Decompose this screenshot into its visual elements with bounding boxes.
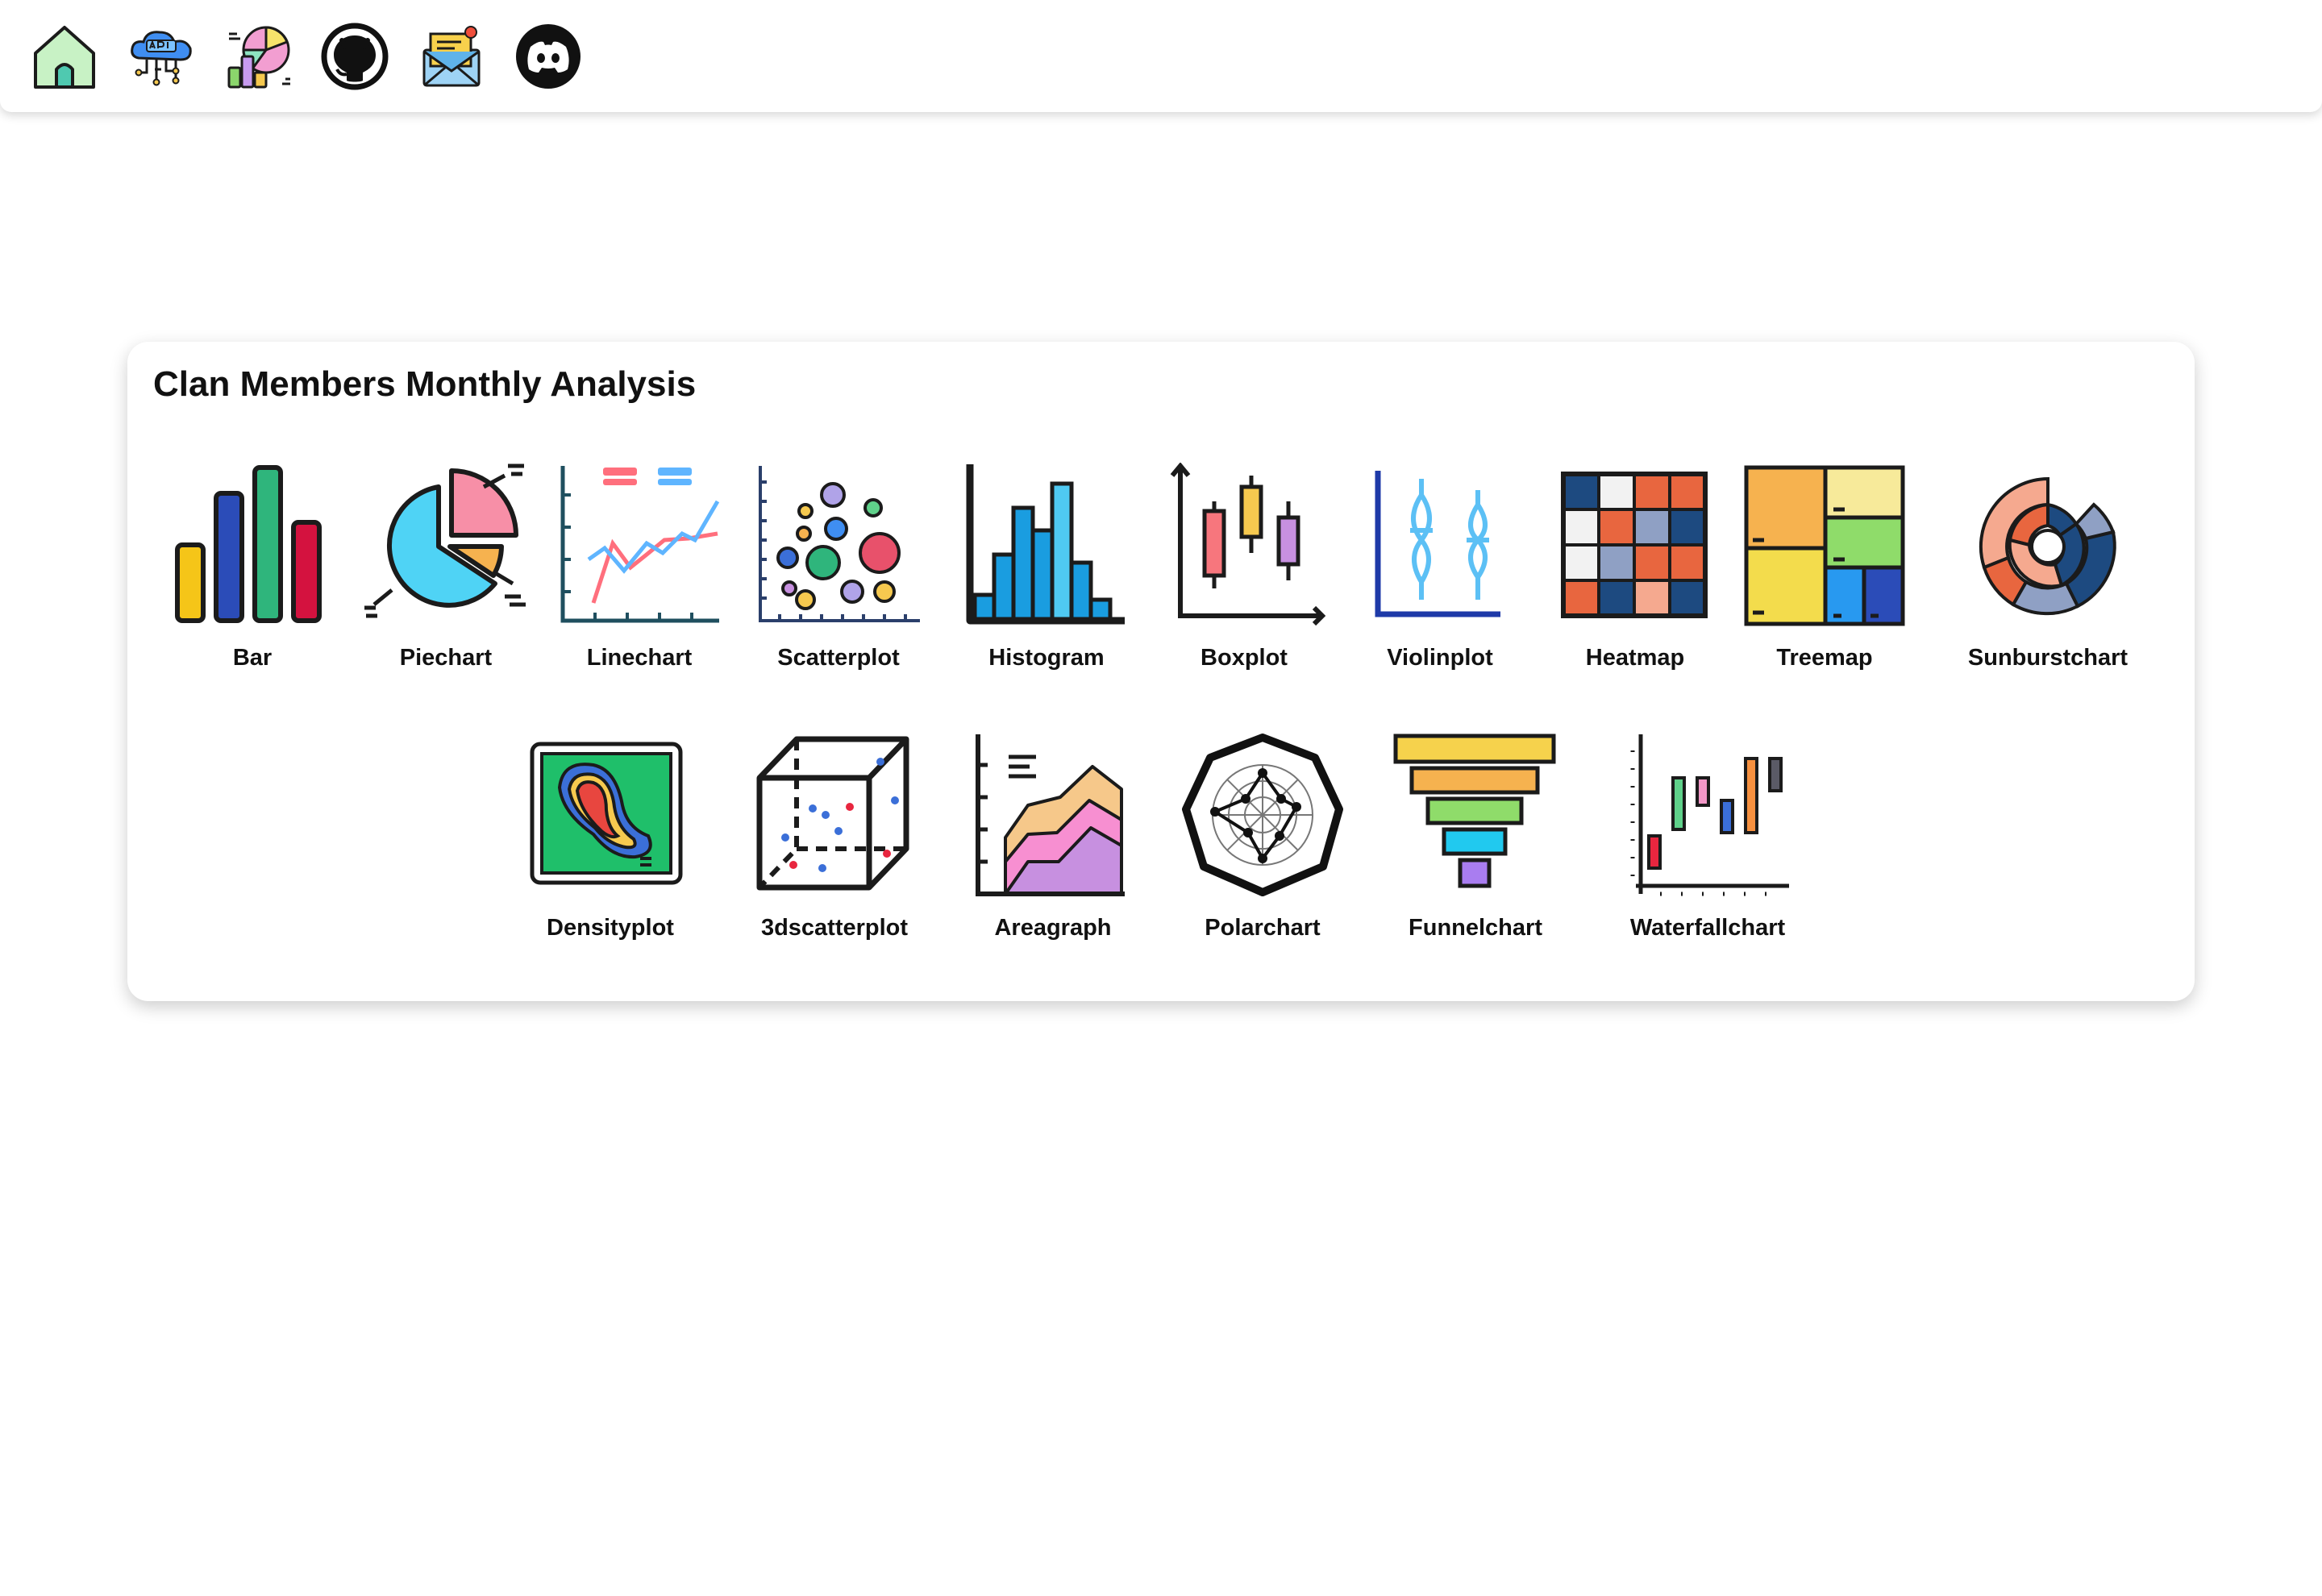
- top-nav-bar: [0, 0, 2322, 112]
- charts-analytics-icon[interactable]: [224, 23, 292, 90]
- scatter-plot-icon: [755, 463, 922, 629]
- chart-tile-3dscatterplot[interactable]: 3dscatterplot: [746, 733, 923, 966]
- 3d-scatter-plot-icon: [751, 733, 918, 899]
- chart-label-areagraph: Areagraph: [994, 915, 1112, 941]
- chart-label-treemap: Treemap: [1776, 645, 1873, 671]
- chart-label-violinplot: Violinplot: [1387, 645, 1493, 671]
- chart-label-sunburstchart: Sunburstchart: [1967, 645, 2128, 671]
- waterfall-chart-icon: [1625, 733, 1791, 899]
- area-graph-icon: [970, 733, 1136, 899]
- treemap-icon: [1742, 463, 1908, 629]
- card-title: Clan Members Monthly Analysis: [153, 364, 697, 404]
- chart-tile-treemap[interactable]: Treemap: [1736, 463, 1913, 696]
- github-icon[interactable]: [321, 23, 389, 90]
- chart-label-bar: Bar: [232, 645, 273, 671]
- chart-label-boxplot: Boxplot: [1201, 645, 1288, 671]
- histogram-icon: [963, 463, 1130, 629]
- funnel-chart-icon: [1392, 733, 1558, 899]
- pie-chart-icon: [363, 463, 529, 629]
- chart-tile-densityplot[interactable]: Densityplot: [522, 733, 699, 966]
- chart-tile-piechart[interactable]: Piechart: [357, 463, 535, 696]
- chart-tile-linechart[interactable]: Linechart: [551, 463, 728, 696]
- chart-tile-heatmap[interactable]: Heatmap: [1546, 463, 1724, 696]
- line-chart-icon: [556, 463, 722, 629]
- chart-label-waterfallchart: Waterfallchart: [1629, 915, 1786, 941]
- chart-tile-scatterplot[interactable]: Scatterplot: [750, 463, 927, 696]
- chart-tile-bar[interactable]: Bar: [164, 463, 341, 696]
- polar-chart-icon: [1180, 733, 1346, 899]
- chart-tile-histogram[interactable]: Histogram: [958, 463, 1135, 696]
- chart-label-linechart: Linechart: [586, 645, 693, 671]
- bar-chart-icon: [169, 463, 335, 629]
- home-icon[interactable]: [31, 23, 98, 90]
- chart-tile-areagraph[interactable]: Areagraph: [964, 733, 1142, 966]
- sunburst-chart-icon: [1965, 463, 2131, 629]
- chart-label-scatterplot: Scatterplot: [777, 645, 900, 671]
- heatmap-icon: [1552, 463, 1718, 629]
- chart-tile-boxplot[interactable]: Boxplot: [1155, 463, 1333, 696]
- chart-label-histogram: Histogram: [988, 645, 1105, 671]
- density-plot-icon: [527, 733, 693, 899]
- chart-tile-waterfallchart[interactable]: Waterfallchart: [1619, 733, 1796, 966]
- chart-label-densityplot: Densityplot: [547, 915, 674, 941]
- chart-label-heatmap: Heatmap: [1585, 645, 1685, 671]
- mail-notification-icon[interactable]: [418, 23, 485, 90]
- chart-label-3dscatterplot: 3dscatterplot: [760, 915, 909, 941]
- analysis-card: Clan Members Monthly Analysis Bar Piecha: [127, 342, 2195, 1001]
- chart-tile-funnelchart[interactable]: Funnelchart: [1387, 733, 1564, 966]
- violin-plot-icon: [1357, 463, 1523, 629]
- chart-label-polarchart: Polarchart: [1205, 915, 1321, 941]
- discord-icon[interactable]: [514, 23, 582, 90]
- api-cloud-icon[interactable]: [127, 23, 195, 90]
- chart-tile-sunburstchart[interactable]: Sunburstchart: [1959, 463, 2137, 696]
- chart-label-funnelchart: Funnelchart: [1409, 915, 1542, 941]
- boxplot-icon: [1161, 463, 1327, 629]
- chart-tile-violinplot[interactable]: Violinplot: [1351, 463, 1529, 696]
- chart-label-piechart: Piechart: [399, 645, 493, 671]
- chart-tile-polarchart[interactable]: Polarchart: [1174, 733, 1351, 966]
